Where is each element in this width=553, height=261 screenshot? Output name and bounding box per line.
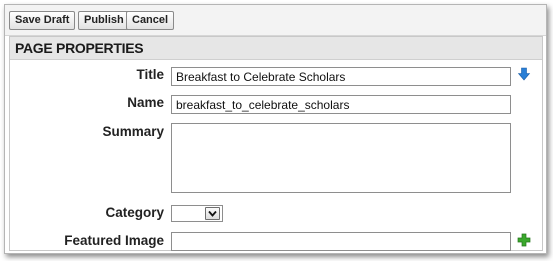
summary-label: Summary (102, 124, 164, 139)
featured-image-input[interactable] (171, 232, 511, 251)
page-editor-window: Save Draft Publish Cancel PAGE PROPERTIE… (4, 4, 547, 254)
page-properties-panel: PAGE PROPERTIES Title Name Summary Categ… (9, 36, 543, 251)
publish-button[interactable]: Publish (78, 11, 130, 30)
category-dropdown-button[interactable] (205, 207, 220, 220)
featured-image-label: Featured Image (64, 233, 164, 248)
save-draft-button[interactable]: Save Draft (9, 11, 76, 30)
category-label: Category (105, 205, 164, 220)
name-label: Name (127, 95, 164, 110)
name-input[interactable] (171, 95, 511, 114)
summary-textarea[interactable] (171, 123, 511, 193)
plus-icon[interactable] (517, 233, 531, 247)
title-input[interactable] (171, 67, 511, 86)
panel-title: PAGE PROPERTIES (10, 37, 542, 60)
category-select[interactable] (171, 205, 223, 222)
down-arrow-icon[interactable] (517, 67, 531, 81)
chevron-down-icon (208, 210, 217, 217)
toolbar: Save Draft Publish Cancel (5, 5, 546, 36)
title-label: Title (136, 67, 164, 82)
cancel-button[interactable]: Cancel (126, 11, 175, 30)
